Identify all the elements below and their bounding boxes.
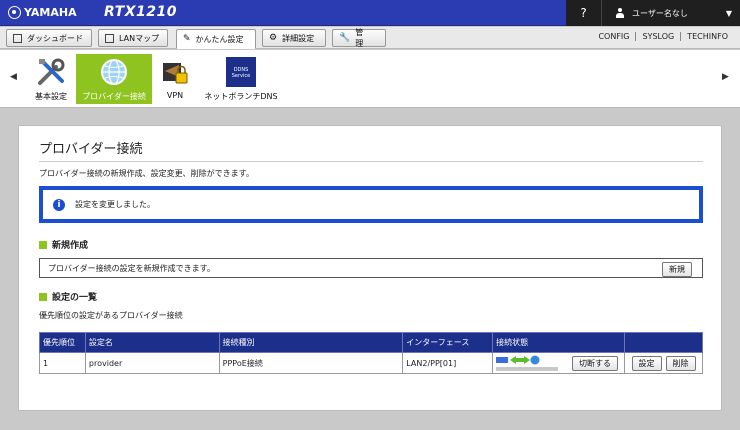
wand-icon: ✎ bbox=[183, 34, 191, 44]
new-section-heading: 新規作成 bbox=[39, 238, 88, 251]
category-label: 基本設定 bbox=[35, 92, 67, 101]
tools-icon bbox=[38, 58, 65, 85]
top-links: CONFIG SYSLOG TECHINFO bbox=[592, 32, 734, 41]
title-divider bbox=[39, 161, 703, 162]
lan-map-icon bbox=[105, 33, 114, 43]
new-section-text: プロバイダー接続の設定を新規作成できます。 bbox=[48, 263, 215, 273]
main-tabs: ダッシュボード LANマップ ✎ かんたん設定 ⚙ 詳細設定 🔧 管 理 CON… bbox=[0, 27, 740, 49]
tab-dashboard[interactable]: ダッシュボード bbox=[6, 29, 92, 47]
category-netvolante-dns[interactable]: DDNS Service ネットボランチDNS bbox=[200, 54, 282, 104]
ddns-service-icon: DDNS Service bbox=[226, 57, 256, 87]
list-subtitle: 優先順位の設定があるプロバイダー接続 bbox=[39, 311, 183, 320]
provider-table: 優先順位 設定名 接続種別 インターフェース 接続状態 1 provider P… bbox=[39, 332, 703, 374]
scroll-left-icon[interactable]: ◀ bbox=[10, 72, 17, 82]
cell-actions: 設定 削除 bbox=[624, 352, 703, 374]
category-label: VPN bbox=[166, 91, 184, 100]
header-interface: インターフェース bbox=[402, 332, 494, 353]
syslog-link[interactable]: SYSLOG bbox=[635, 32, 680, 41]
new-button[interactable]: 新規 bbox=[662, 262, 692, 277]
category-label: ネットボランチDNS bbox=[204, 92, 278, 101]
wrench-icon: 🔧 bbox=[339, 33, 351, 43]
cell-status: 切断する bbox=[492, 352, 625, 374]
dashboard-icon bbox=[13, 33, 22, 43]
header-priority: 優先順位 bbox=[39, 332, 86, 353]
section-marker-icon bbox=[39, 292, 47, 301]
cell-type: PPPoE接続 bbox=[218, 352, 404, 374]
tab-management[interactable]: 🔧 管 理 bbox=[332, 28, 386, 48]
tab-label: 詳細設定 bbox=[282, 33, 315, 43]
tab-label: 管 理 bbox=[355, 28, 372, 48]
category-vpn[interactable]: VPN bbox=[156, 54, 194, 104]
tab-label: ダッシュボード bbox=[27, 33, 83, 43]
page-description: プロバイダー接続の新規作成、設定変更、削除ができます。 bbox=[39, 169, 254, 178]
edit-button[interactable]: 設定 bbox=[631, 355, 662, 371]
section-heading-text: 設定の一覧 bbox=[52, 293, 98, 303]
success-notice: i 設定を変更しました。 bbox=[39, 186, 703, 223]
table-row: 1 provider PPPoE接続 LAN2/PP[01] 切断する 設定 削… bbox=[39, 352, 703, 374]
vpn-lock-icon bbox=[163, 63, 188, 84]
category-provider-connection[interactable]: プロバイダー接続 bbox=[76, 54, 152, 104]
content-panel: プロバイダー接続 プロバイダー接続の新規作成、設定変更、削除ができます。 i 設… bbox=[18, 125, 722, 411]
model-name: RTX1210 bbox=[104, 4, 177, 20]
info-icon: i bbox=[53, 198, 65, 211]
header-name: 設定名 bbox=[84, 332, 220, 353]
scroll-right-icon[interactable]: ▶ bbox=[722, 72, 729, 82]
globe-icon bbox=[101, 59, 127, 85]
cell-interface: LAN2/PP[01] bbox=[402, 352, 494, 374]
brand-name: YAMAHA bbox=[24, 6, 77, 19]
tab-lanmap[interactable]: LANマップ bbox=[98, 29, 168, 47]
header-type: 接続種別 bbox=[218, 332, 404, 353]
top-bar: YAMAHA RTX1210 ? ユーザー名なし ▼ bbox=[0, 0, 740, 26]
category-icon-bar: ◀ 基本設定 プロバイダー接続 VPN DDNS Service ネットボランチ… bbox=[0, 50, 740, 108]
notice-text: 設定を変更しました。 bbox=[75, 200, 155, 209]
gear-icon: ⚙ bbox=[269, 33, 278, 43]
section-heading-text: 新規作成 bbox=[52, 241, 89, 251]
tab-label: LANマップ bbox=[119, 33, 160, 43]
category-label: プロバイダー接続 bbox=[82, 92, 146, 101]
section-marker-icon bbox=[39, 240, 47, 249]
list-section-heading: 設定の一覧 bbox=[39, 290, 97, 303]
user-menu[interactable]: ユーザー名なし ▼ bbox=[602, 0, 740, 26]
connection-status-icon bbox=[496, 355, 540, 365]
disconnect-button[interactable]: 切断する bbox=[572, 356, 618, 371]
cell-name: provider bbox=[84, 352, 220, 374]
yamaha-emblem-icon bbox=[8, 6, 21, 19]
header-status: 接続状態 bbox=[492, 332, 625, 353]
help-button[interactable]: ? bbox=[566, 0, 602, 26]
user-name: ユーザー名なし bbox=[632, 8, 688, 18]
category-basic-settings[interactable]: 基本設定 bbox=[30, 54, 72, 104]
delete-button[interactable]: 削除 bbox=[665, 355, 696, 371]
new-section-box: プロバイダー接続の設定を新規作成できます。 新規 bbox=[39, 258, 703, 278]
user-icon bbox=[616, 8, 624, 18]
page-title: プロバイダー接続 bbox=[39, 142, 143, 157]
tab-advanced[interactable]: ⚙ 詳細設定 bbox=[262, 29, 326, 47]
cell-priority: 1 bbox=[39, 352, 86, 374]
brand-logo: YAMAHA bbox=[8, 6, 77, 19]
tab-label: かんたん設定 bbox=[195, 34, 244, 44]
header-actions bbox=[624, 332, 703, 353]
status-info-blurred bbox=[496, 367, 559, 371]
table-header-row: 優先順位 設定名 接続種別 インターフェース 接続状態 bbox=[39, 332, 703, 353]
techinfo-link[interactable]: TECHINFO bbox=[680, 32, 734, 41]
tab-easy-setup[interactable]: ✎ かんたん設定 bbox=[176, 29, 256, 49]
config-link[interactable]: CONFIG bbox=[592, 32, 635, 41]
chevron-down-icon: ▼ bbox=[725, 8, 732, 18]
